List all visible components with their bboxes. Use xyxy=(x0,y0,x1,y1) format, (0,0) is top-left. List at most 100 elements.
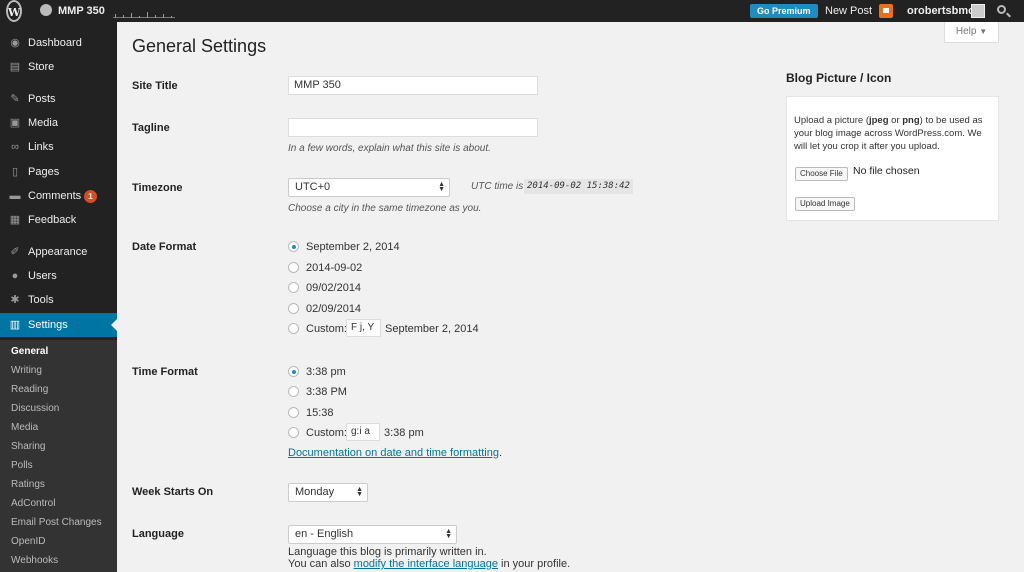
admin-bar: W MMP 350 Go Premium New Post orobertsbm… xyxy=(0,0,1024,22)
sidebar-item-settings[interactable]: ▥ Settings xyxy=(0,313,117,337)
bp-text-or: or xyxy=(888,115,903,126)
settings-submenu: General Writing Reading Discussion Media… xyxy=(0,340,117,572)
new-post-link[interactable]: New Post xyxy=(825,0,872,22)
blog-picture-box: Upload a picture (jpeg or png) to be use… xyxy=(786,96,999,221)
submenu-item-media[interactable]: Media xyxy=(11,418,38,437)
date-format-custom-option[interactable]: Custom: F j, Y September 2, 2014 xyxy=(288,319,488,337)
submenu-item-discussion[interactable]: Discussion xyxy=(11,399,59,418)
submenu-item-email-post-changes[interactable]: Email Post Changes xyxy=(11,513,102,532)
sidebar-item-label: Pages xyxy=(28,166,60,178)
language-profile-line: You can also modify the interface langua… xyxy=(288,558,570,570)
timezone-label: Timezone xyxy=(132,182,183,194)
radio-checked[interactable] xyxy=(288,241,299,252)
sidebar-item-dashboard[interactable]: ◉ Dashboard xyxy=(0,31,117,55)
submenu-item-reading[interactable]: Reading xyxy=(11,380,48,399)
admin-sidebar: ◉ Dashboard ▤ Store ✎ Posts ▣ Media ∞ Links ▯… xyxy=(0,22,117,572)
pin-icon: ✎ xyxy=(10,93,20,105)
submenu-item-polls[interactable]: Polls xyxy=(11,456,33,475)
sidebar-item-pages[interactable]: ▯ Pages xyxy=(0,160,117,184)
site-name-link[interactable]: MMP 350 xyxy=(40,0,105,22)
link-icon: ∞ xyxy=(11,141,19,153)
sidebar-item-tools[interactable]: ✱ Tools xyxy=(0,288,117,312)
sidebar-item-label: Users xyxy=(28,270,57,282)
help-button[interactable]: Help ▼ xyxy=(944,22,999,43)
radio-unchecked[interactable] xyxy=(288,407,299,418)
time-custom-sample: 3:38 pm xyxy=(384,427,424,439)
avatar[interactable] xyxy=(971,4,985,18)
sidebar-item-media[interactable]: ▣ Media xyxy=(0,111,117,135)
radio-unchecked[interactable] xyxy=(288,323,299,334)
settings-icon: ▥ xyxy=(9,319,21,331)
submenu-item-adcontrol[interactable]: AdControl xyxy=(11,494,55,513)
search-icon[interactable] xyxy=(997,5,1006,14)
sidebar-item-users[interactable]: ● Users xyxy=(0,264,117,288)
radio-unchecked[interactable] xyxy=(288,303,299,314)
sidebar-item-label: Links xyxy=(28,141,54,153)
bp-png: png xyxy=(902,115,920,126)
sidebar-item-store[interactable]: ▤ Store xyxy=(0,55,117,79)
week-selected-value: Monday xyxy=(295,486,335,498)
select-arrows-icon: ▲ ▼ xyxy=(356,486,363,498)
sidebar-item-label: Settings xyxy=(28,319,68,331)
language-profile-prefix: You can also xyxy=(288,558,351,570)
sidebar-item-links[interactable]: ∞ Links xyxy=(0,135,117,159)
radio-unchecked[interactable] xyxy=(288,262,299,273)
timezone-select[interactable]: UTC+0 ▲ ▼ xyxy=(288,178,450,197)
modify-interface-language-link[interactable]: modify the interface language xyxy=(354,558,498,570)
week-starts-label: Week Starts On xyxy=(132,486,214,498)
submenu-item-general[interactable]: General xyxy=(11,342,48,361)
username-link[interactable]: orobertsbmcc xyxy=(907,0,980,22)
documentation-link[interactable]: Documentation on date and time formattin… xyxy=(288,447,499,459)
submenu-item-sharing[interactable]: Sharing xyxy=(11,437,45,456)
language-select[interactable]: en - English ▲ ▼ xyxy=(288,525,457,544)
chevron-down-icon: ▼ xyxy=(979,27,988,36)
choose-file-button[interactable]: Choose File xyxy=(795,167,848,181)
brush-icon: ✐ xyxy=(10,246,20,258)
time-custom-input[interactable]: g:i a xyxy=(346,423,380,441)
utc-time-label: UTC time is xyxy=(471,181,524,192)
date-custom-label: Custom: xyxy=(306,323,347,335)
submenu-item-webhooks[interactable]: Webhooks xyxy=(11,551,58,570)
blog-picture-description: Upload a picture (jpeg or png) to be use… xyxy=(794,114,994,153)
go-premium-button[interactable]: Go Premium xyxy=(750,4,818,18)
site-name-label: MMP 350 xyxy=(58,5,105,17)
language-label: Language xyxy=(132,528,184,540)
radio-unchecked[interactable] xyxy=(288,427,299,438)
sidebar-item-appearance[interactable]: ✐ Appearance xyxy=(0,240,117,264)
site-title-label: Site Title xyxy=(132,80,178,92)
radio-unchecked[interactable] xyxy=(288,282,299,293)
date-custom-input[interactable]: F j, Y xyxy=(346,319,381,337)
sidebar-item-posts[interactable]: ✎ Posts xyxy=(0,87,117,111)
notifications-icon[interactable] xyxy=(879,4,893,18)
sidebar-item-label: Comments xyxy=(28,190,82,202)
radio-unchecked[interactable] xyxy=(288,386,299,397)
site-title-input[interactable]: MMP 350 xyxy=(288,76,538,95)
time-format-custom-option[interactable]: Custom: g:i a 3:38 pm xyxy=(288,423,488,441)
radio-checked[interactable] xyxy=(288,366,299,377)
timezone-description: Choose a city in the same timezone as yo… xyxy=(288,203,482,214)
help-label: Help xyxy=(955,26,977,37)
documentation-suffix: . xyxy=(498,447,503,459)
sidebar-item-comments[interactable]: ▬ Comments 1 xyxy=(0,184,117,208)
wrench-icon: ✱ xyxy=(10,294,20,306)
week-starts-select[interactable]: Monday ▲ ▼ xyxy=(288,483,368,502)
upload-image-button[interactable]: Upload Image xyxy=(795,197,855,211)
tagline-input[interactable] xyxy=(288,118,538,137)
language-description: Language this blog is primarily written … xyxy=(288,546,487,558)
sidebar-item-feedback[interactable]: ▦ Feedback xyxy=(0,208,117,232)
submenu-item-writing[interactable]: Writing xyxy=(11,361,42,380)
user-icon: ● xyxy=(11,270,19,282)
blog-picture-title: Blog Picture / Icon xyxy=(786,71,892,85)
time-option-label: 3:38 PM xyxy=(306,386,347,398)
submenu-item-openid[interactable]: OpenID xyxy=(11,532,45,551)
documentation-line: Documentation on date and time formattin… xyxy=(288,447,502,459)
pages-icon: ▯ xyxy=(11,166,19,178)
date-option-label: 09/02/2014 xyxy=(306,282,362,294)
tagline-label: Tagline xyxy=(132,122,170,134)
submenu-item-ratings[interactable]: Ratings xyxy=(11,475,45,494)
time-format-label: Time Format xyxy=(132,366,198,378)
wordpress-logo-icon[interactable]: W xyxy=(6,0,22,22)
sidebar-item-label: Tools xyxy=(28,294,54,306)
stats-sparkline[interactable] xyxy=(113,6,175,18)
comment-icon: ▬ xyxy=(9,190,21,202)
